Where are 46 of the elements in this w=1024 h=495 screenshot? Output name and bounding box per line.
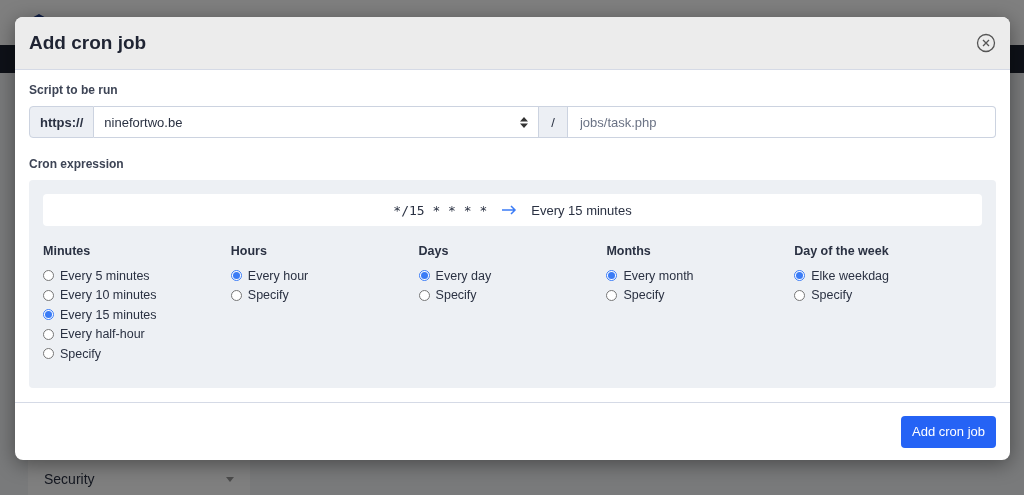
radio-label[interactable]: Specify — [435, 288, 477, 303]
caret-icon — [226, 476, 234, 482]
path-field[interactable]: jobs/task.php — [567, 106, 996, 139]
arrow-icon — [501, 205, 518, 216]
group-title: Months — [606, 244, 652, 259]
radio-button[interactable] — [606, 289, 618, 301]
radio-button[interactable] — [230, 289, 242, 301]
separator-addon: / — [538, 106, 568, 139]
domain-select[interactable]: ninefortwo.be — [94, 106, 539, 139]
radio-button[interactable] — [794, 270, 806, 282]
radio-label[interactable]: Specify — [623, 288, 665, 303]
radio-button[interactable] — [606, 270, 618, 282]
radio-button[interactable] — [43, 309, 54, 321]
radio-button[interactable] — [43, 348, 54, 360]
group-title: Minutes — [43, 244, 92, 259]
sidebar-item[interactable]: Security — [28, 465, 250, 495]
radio-label[interactable]: Every hour — [247, 268, 309, 283]
radio-label[interactable]: Every day — [435, 268, 492, 283]
radio-label[interactable]: Every 10 minutes — [60, 288, 157, 303]
radio-label[interactable]: Every month — [623, 268, 694, 283]
cron-expression: */15 * * * * — [393, 202, 488, 218]
add-cron-job-button[interactable]: Add cron job — [901, 415, 996, 448]
radio-button[interactable] — [43, 270, 54, 282]
field-label: Script to be run — [29, 83, 119, 98]
group-title: Hours — [230, 244, 268, 259]
radio-button[interactable] — [43, 328, 54, 340]
group-title: Day of the week — [794, 244, 890, 259]
radio-label[interactable]: Elke weekdag — [811, 268, 889, 283]
radio-label[interactable]: Every half-hour — [60, 327, 145, 342]
radio-label[interactable]: Every 15 minutes — [60, 307, 157, 322]
cron-description: Every 15 minutes — [531, 202, 632, 218]
radio-button[interactable] — [418, 289, 430, 301]
field-label: Cron expression — [29, 157, 125, 172]
group-title: Days — [418, 244, 450, 259]
radio-label[interactable]: Every 5 minutes — [60, 268, 150, 283]
close-button[interactable] — [976, 33, 996, 54]
radio-button[interactable] — [794, 289, 806, 301]
protocol-addon: https:// — [29, 106, 95, 139]
radio-label[interactable]: Specify — [60, 346, 101, 361]
dialog-title: Add cron job — [29, 32, 147, 55]
radio-label[interactable]: Specify — [247, 288, 289, 303]
sort-icon — [520, 116, 529, 128]
radio-button[interactable] — [43, 289, 54, 301]
radio-label[interactable]: Specify — [811, 288, 853, 303]
radio-button[interactable] — [418, 270, 430, 282]
radio-button[interactable] — [230, 270, 242, 282]
